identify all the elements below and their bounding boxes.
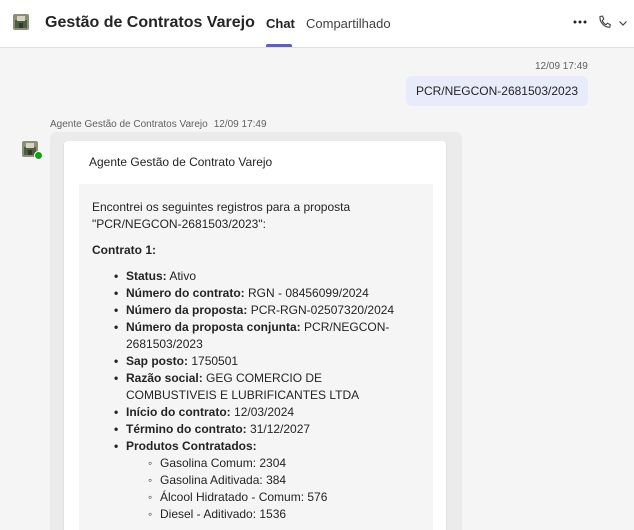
field-value: RGN - 08456099/2024: [248, 286, 369, 300]
contract-title: Contrato 1:: [92, 243, 156, 257]
field-label: Produtos Contratados:: [126, 439, 257, 453]
more-options-icon[interactable]: [573, 14, 587, 30]
field-end-date: Término do contrato: 31/12/2027: [114, 421, 412, 438]
field-value: PCR-RGN-02507320/2024: [250, 303, 395, 317]
field-razao-social: Razão social: GEG COMERCIO DE COMBUSTIVE…: [114, 370, 412, 404]
reply-timestamp: 12/09 17:49: [213, 119, 267, 130]
phone-icon[interactable]: [597, 14, 611, 30]
field-label: Número da proposta conjunta:: [126, 320, 301, 334]
field-value: 12/03/2024: [234, 405, 295, 419]
field-sap-posto: Sap posto: 1750501: [114, 353, 412, 370]
chevron-down-icon[interactable]: [618, 18, 628, 28]
field-status: Status: Ativo: [114, 268, 412, 285]
intro-text: Encontrei os seguintes registros para a …: [92, 200, 351, 231]
products-list: Gasolina Comum: 2304 Gasolina Aditivada:…: [126, 455, 412, 523]
card-content: Encontrei os seguintes registros para a …: [92, 199, 412, 523]
product-item: Gasolina Aditivada: 384: [148, 472, 412, 489]
product-item: Álcool Hidratado - Comum: 576: [148, 489, 412, 506]
field-value: 31/12/2027: [250, 422, 311, 436]
sent-message-timestamp: 12/09 17:49: [535, 61, 588, 72]
sent-message-bubble[interactable]: PCR/NEGCON-2681503/2023: [406, 76, 588, 106]
field-products: Produtos Contratados: Gasolina Comum: 23…: [114, 438, 412, 523]
presence-available-badge: [34, 151, 43, 160]
field-value: Ativo: [169, 269, 197, 283]
field-joint-proposal-number: Número da proposta conjunta: PCR/NEGCON-…: [114, 319, 412, 353]
tab-chat[interactable]: Chat: [266, 16, 295, 31]
field-label: Início do contrato:: [126, 405, 231, 419]
reply-meta: Agente Gestão de Contratos Varejo 12/09 1…: [50, 119, 267, 130]
app-logo-icon: [13, 14, 29, 30]
card-title: Agente Gestão de Contrato Varejo: [89, 155, 273, 169]
field-proposal-number: Número da proposta: PCR-RGN-02507320/202…: [114, 302, 412, 319]
field-label: Sap posto:: [126, 354, 188, 368]
field-start-date: Início do contrato: 12/03/2024: [114, 404, 412, 421]
field-value: 1750501: [191, 354, 239, 368]
field-label: Número da proposta:: [126, 303, 248, 317]
field-label: Término do contrato:: [126, 422, 247, 436]
chat-header: Gestão de Contratos Varejo Chat Comparti…: [0, 0, 634, 48]
sender-name: Agente Gestão de Contratos Varejo: [50, 119, 208, 130]
active-tab-indicator: [266, 44, 292, 47]
field-label: Razão social:: [126, 371, 203, 385]
tab-compartilhado[interactable]: Compartilhado: [306, 16, 391, 31]
field-contract-number: Número do contrato: RGN - 08456099/2024: [114, 285, 412, 302]
field-label: Status:: [126, 269, 167, 283]
contract-fields-list: Status: Ativo Número do contrato: RGN - …: [92, 268, 412, 523]
product-item: Gasolina Comum: 2304: [148, 455, 412, 472]
field-label: Número do contrato:: [126, 286, 245, 300]
product-item: Diesel - Aditivado: 1536: [148, 506, 412, 523]
page-title: Gestão de Contratos Varejo: [45, 14, 255, 31]
